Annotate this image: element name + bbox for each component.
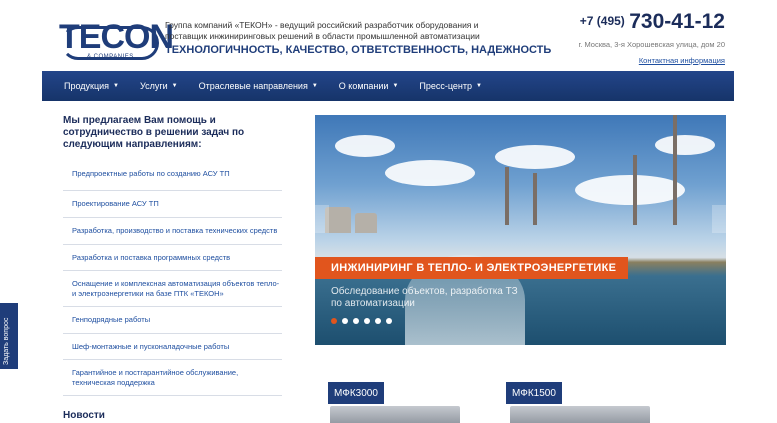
service-link[interactable]: Шеф-монтажные и пусконаладочные работы: [63, 334, 282, 360]
nav-item-label: Отраслевые направления: [198, 81, 308, 91]
service-link[interactable]: Проектирование АСУ ТП: [63, 191, 282, 218]
caret-down-icon: ▼: [113, 83, 119, 89]
company-logo[interactable]: TECON & COMPANIES: [53, 16, 174, 64]
nav-item-label: Пресс-центр: [419, 81, 473, 91]
phone-number: +7 (495) 730-41-12: [580, 10, 725, 34]
service-link[interactable]: Разработка, производство и поставка техн…: [63, 218, 282, 245]
slider-dot[interactable]: [353, 318, 359, 324]
company-tagline: Группа компаний «ТЕКОН» - ведущий россий…: [165, 20, 480, 41]
phone-code: +7 (495): [579, 14, 625, 28]
logo-text: TECON: [59, 18, 174, 56]
main-nav: Продукция ▼ Услуги ▼ Отраслевые направлени…: [42, 71, 734, 101]
slider-dot[interactable]: [375, 318, 381, 324]
cloud-shape: [385, 160, 475, 186]
service-link[interactable]: Гарантийное и постгарантийное обслуживан…: [63, 360, 282, 396]
nav-item-services[interactable]: Услуги ▼: [140, 81, 178, 91]
cloud-shape: [575, 175, 685, 205]
slider-dot[interactable]: [364, 318, 370, 324]
hero-slider[interactable]: ИНЖИНИРИНГ В ТЕПЛО- И ЭЛЕКТРОЭНЕРГЕТИКЕ …: [315, 115, 726, 345]
cloud-shape: [335, 135, 395, 157]
nav-item-label: Услуги: [139, 81, 168, 91]
nav-item-press[interactable]: Пресс-центр ▼: [419, 81, 482, 91]
cooling-tower-shape: [355, 213, 377, 233]
caret-down-icon: ▼: [392, 83, 399, 89]
slider-dot[interactable]: [331, 318, 337, 324]
ask-question-label: Задать вопрос: [3, 317, 10, 365]
product-tab[interactable]: МФК3000: [328, 382, 384, 404]
nav-item-about[interactable]: О компании ▼: [339, 81, 399, 91]
product-tab[interactable]: МФК1500: [506, 382, 562, 404]
product-image: [330, 406, 460, 423]
slider-prev-arrow[interactable]: [315, 205, 329, 233]
company-motto: ТЕХНОЛОГИЧНОСТЬ, КАЧЕСТВО, ОТВЕТСТВЕННОС…: [165, 44, 552, 56]
slider-next-arrow[interactable]: [712, 205, 726, 233]
chimney-shape: [505, 167, 509, 225]
service-link[interactable]: Разработка и поставка программных средст…: [63, 245, 282, 271]
ask-question-tab[interactable]: Задать вопрос: [0, 303, 18, 369]
chimney-shape: [673, 115, 677, 225]
caret-down-icon: ▼: [311, 83, 318, 89]
service-link[interactable]: Предпроектные работы по созданию АСУ ТП: [63, 158, 282, 191]
slider-dots: [331, 318, 397, 324]
cloud-shape: [495, 145, 575, 169]
nav-item-products[interactable]: Продукция ▼: [64, 81, 119, 91]
nav-item-label: Продукция: [64, 81, 110, 91]
product-image: [510, 406, 650, 423]
phone-digits: 730-41-12: [629, 10, 725, 33]
service-link[interactable]: Генподрядные работы: [63, 307, 282, 334]
services-list: Предпроектные работы по созданию АСУ ТП …: [63, 158, 282, 396]
caret-down-icon: ▼: [171, 83, 178, 89]
nav-item-industries[interactable]: Отраслевые направления ▼: [199, 81, 318, 91]
company-address: г. Москва, 3-я Хорошевская улица, дом 20: [578, 40, 725, 49]
service-link[interactable]: Оснащение и комплексная автоматизация об…: [63, 271, 282, 307]
chimney-shape: [633, 155, 637, 225]
chimney-shape: [533, 173, 537, 225]
slider-dot[interactable]: [386, 318, 392, 324]
cloud-shape: [655, 135, 715, 155]
slide-subtitle: Обследование объектов, разработка ТЗ по …: [331, 286, 518, 309]
services-intro: Мы предлагаем Вам помощь и сотрудничеств…: [63, 115, 245, 150]
caret-down-icon: ▼: [476, 83, 482, 89]
contacts-link[interactable]: Контактная информация: [639, 56, 725, 65]
slide-title: ИНЖИНИРИНГ В ТЕПЛО- И ЭЛЕКТРОЭНЕРГЕТИКЕ: [315, 257, 629, 279]
slider-dot[interactable]: [342, 318, 348, 324]
news-heading: Новости: [63, 410, 105, 421]
logo-subtitle: & COMPANIES: [87, 54, 134, 60]
nav-item-label: О компании: [338, 81, 389, 91]
